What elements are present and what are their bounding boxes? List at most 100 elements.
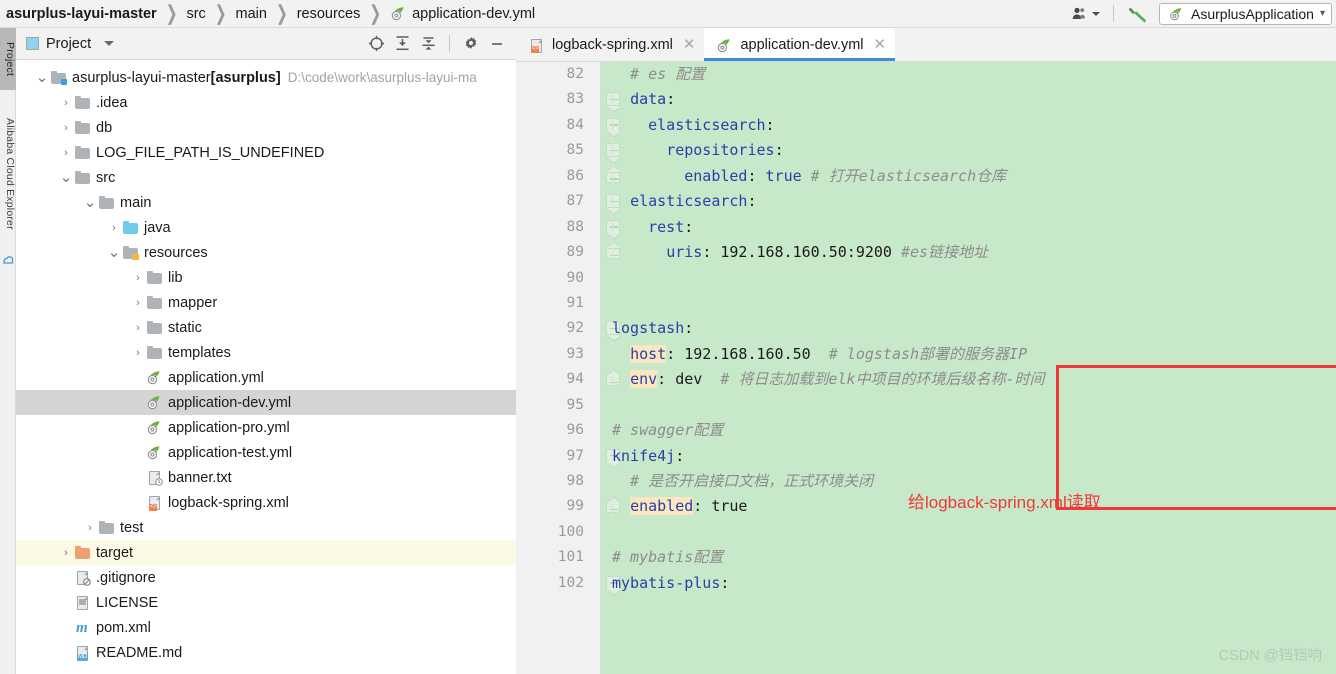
chevron-right-icon[interactable]: › <box>58 547 74 559</box>
tree-row-readme-md[interactable]: MD README.md <box>16 640 516 665</box>
line-number: 100 <box>557 523 584 540</box>
tree-row-test[interactable]: › test <box>16 515 516 540</box>
code-line: 88 rest: <box>516 214 1336 241</box>
chevron-right-icon[interactable]: › <box>130 347 146 359</box>
code-editor[interactable]: 82 # es 配置 83 data: 84 elasticsearch: 85 re… <box>516 62 1336 674</box>
tree-node-icon <box>74 594 91 611</box>
chevron-down-icon[interactable]: ⌄ <box>82 195 98 210</box>
people-button[interactable] <box>1067 2 1105 26</box>
tree-node-icon <box>98 519 115 536</box>
code-text: knife4j: <box>612 446 685 465</box>
tree-row-target[interactable]: › target <box>16 540 516 565</box>
tree-row-license[interactable]: LICENSE <box>16 590 516 615</box>
line-number: 90 <box>566 269 584 286</box>
folder-source-icon <box>123 220 138 234</box>
code-text: enabled: true <box>630 497 748 516</box>
collapse-all-button[interactable] <box>415 32 441 56</box>
gear-icon <box>465 36 477 49</box>
tree-row-resources[interactable]: ⌄ resources <box>16 240 516 265</box>
close-icon[interactable]: ✕ <box>874 37 887 52</box>
locate-button[interactable] <box>363 32 389 56</box>
run-configuration-selector[interactable]: AsurplusApplication ▾ <box>1159 2 1332 25</box>
tree-row--gitignore[interactable]: .gitignore <box>16 565 516 590</box>
spring-leaf-icon <box>718 38 730 52</box>
line-number: 88 <box>566 218 584 235</box>
breadcrumb-item-main[interactable]: main <box>236 6 267 22</box>
tree-node-icon <box>74 169 91 186</box>
editor-tab-logback-spring-xml[interactable]: <> logback-spring.xml ✕ <box>516 28 704 61</box>
folder-icon <box>99 520 114 534</box>
folder-icon <box>147 345 162 359</box>
settings-button[interactable] <box>458 32 484 56</box>
chevron-down-icon[interactable]: ⌄ <box>58 170 74 185</box>
tree-node-icon: m <box>74 619 91 636</box>
line-number: 91 <box>566 294 584 311</box>
tree-node-path: D:\code\work\asurplus-layui-ma <box>287 70 477 85</box>
panel-tools-divider <box>449 35 450 52</box>
tree-row-application-yml[interactable]: application.yml <box>16 365 516 390</box>
project-panel-title-group[interactable]: Project <box>26 36 115 52</box>
tree-node-label: README.md <box>96 644 183 661</box>
chevron-down-icon[interactable]: ⌄ <box>34 70 50 85</box>
breadcrumb-separator-icon: ❯ <box>369 1 382 25</box>
breadcrumb-item-file[interactable]: application-dev.yml <box>390 6 535 22</box>
code-text: data: <box>630 90 676 109</box>
tree-row-src[interactable]: ⌄ src <box>16 165 516 190</box>
vertical-tab-alibaba-cloud-explorer[interactable]: Alibaba Cloud Explorer <box>0 100 16 248</box>
breadcrumb-item-src[interactable]: src <box>186 6 205 22</box>
line-number: 102 <box>557 574 584 591</box>
tree-row-main[interactable]: ⌄ main <box>16 190 516 215</box>
build-button[interactable] <box>1122 2 1153 26</box>
hide-panel-button[interactable] <box>484 32 510 56</box>
tree-node-label: .idea <box>96 94 128 111</box>
chevron-right-icon[interactable]: › <box>58 122 74 134</box>
project-view-icon <box>26 37 39 50</box>
line-number: 82 <box>566 66 584 82</box>
tree-row-asurplus-layui-master[interactable]: ⌄ asurplus-layui-master [asurplus] D:\code… <box>16 65 516 90</box>
breadcrumb-item-project[interactable]: asurplus-layui-master <box>6 6 157 22</box>
editor-tab-icon <box>716 37 733 53</box>
tree-row-log-file-path-is-undefined[interactable]: › LOG_FILE_PATH_IS_UNDEFINED <box>16 140 516 165</box>
chevron-down-icon[interactable]: ⌄ <box>106 245 122 260</box>
expand-all-button[interactable] <box>389 32 415 56</box>
tree-node-icon <box>146 294 163 311</box>
folder-icon <box>147 320 162 334</box>
tree-row-lib[interactable]: › lib <box>16 265 516 290</box>
tree-row-pom-xml[interactable]: m pom.xml <box>16 615 516 640</box>
tree-node-icon <box>146 369 163 386</box>
tree-row-db[interactable]: › db <box>16 115 516 140</box>
code-line: 83 data: <box>516 87 1336 114</box>
vertical-tab-project[interactable]: Project <box>0 28 16 90</box>
code-line: 95 <box>516 393 1336 418</box>
code-line: 82 # es 配置 <box>516 62 1336 88</box>
tree-row-banner-txt[interactable]: banner.txt <box>16 465 516 490</box>
chevron-right-icon[interactable]: › <box>82 522 98 534</box>
tree-row-application-dev-yml[interactable]: application-dev.yml <box>16 390 516 415</box>
tree-row-logback-spring-xml[interactable]: <> logback-spring.xml <box>16 490 516 515</box>
chevron-right-icon[interactable]: › <box>130 297 146 309</box>
tree-node-label: banner.txt <box>168 469 232 486</box>
editor-tab-application-dev-yml[interactable]: application-dev.yml ✕ <box>704 28 896 61</box>
line-number: 94 <box>566 371 584 388</box>
tree-row-application-test-yml[interactable]: application-test.yml <box>16 440 516 465</box>
spring-leaf-icon <box>391 7 404 21</box>
tree-row-java[interactable]: › java <box>16 215 516 240</box>
tree-row-mapper[interactable]: › mapper <box>16 290 516 315</box>
tree-row--idea[interactable]: › .idea <box>16 90 516 115</box>
line-number: 98 <box>566 473 584 489</box>
breadcrumb-item-resources[interactable]: resources <box>297 6 361 22</box>
breadcrumb-separator-icon: ❯ <box>214 1 227 25</box>
project-tree[interactable]: ⌄ asurplus-layui-master [asurplus] D:\code… <box>16 60 516 674</box>
chevron-right-icon[interactable]: › <box>130 322 146 334</box>
tree-row-templates[interactable]: › templates <box>16 340 516 365</box>
chevron-right-icon[interactable]: › <box>106 222 122 234</box>
tree-row-application-pro-yml[interactable]: application-pro.yml <box>16 415 516 440</box>
chevron-right-icon[interactable]: › <box>58 97 74 109</box>
tree-row-static[interactable]: › static <box>16 315 516 340</box>
tree-node-label: java <box>144 219 171 236</box>
close-icon[interactable]: ✕ <box>683 37 696 52</box>
chevron-right-icon[interactable]: › <box>58 147 74 159</box>
code-line: 84 elasticsearch: <box>516 112 1336 139</box>
line-number: 85 <box>566 142 584 159</box>
chevron-right-icon[interactable]: › <box>130 272 146 284</box>
